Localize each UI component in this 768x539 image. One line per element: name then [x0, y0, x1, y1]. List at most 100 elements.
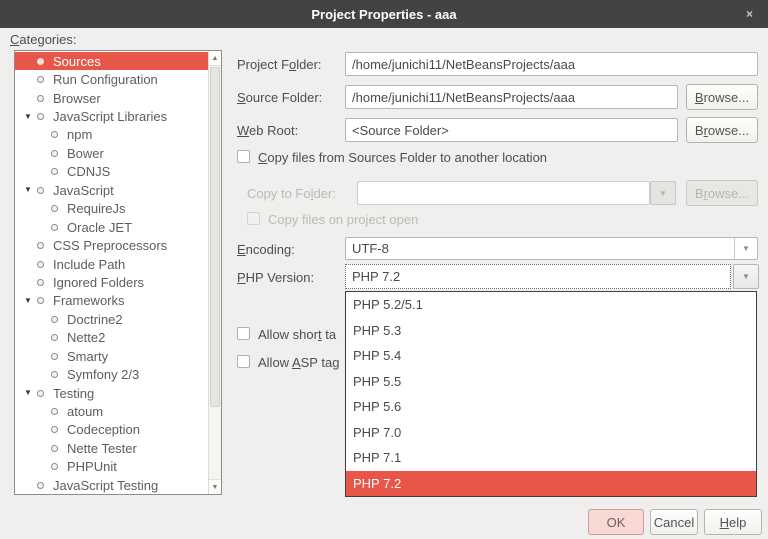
source-folder-label: Source Folder: — [237, 90, 322, 105]
tree-item-bower[interactable]: Bower — [15, 144, 208, 162]
tree-item-frameworks[interactable]: ▼ Frameworks — [15, 292, 208, 310]
tree-item-requirejs[interactable]: RequireJs — [15, 200, 208, 218]
node-bullet-icon — [37, 242, 44, 249]
categories-label: Categories: — [10, 32, 76, 47]
dropdown-option-php-5-5[interactable]: PHP 5.5 — [346, 369, 756, 395]
scroll-down-icon[interactable]: ▼ — [209, 479, 221, 494]
project-folder-value: /home/junichi11/NetBeansProjects/aaa — [352, 57, 575, 72]
tree-item-label: Frameworks — [53, 293, 125, 308]
expand-arrow-icon[interactable]: ▼ — [19, 297, 37, 305]
node-bullet-icon — [51, 371, 58, 378]
tree-item-smarty[interactable]: Smarty — [15, 347, 208, 365]
php-version-combobox[interactable]: PHP 7.2 — [345, 264, 731, 289]
tree-item-label: Run Configuration — [53, 72, 158, 87]
window-titlebar: Project Properties - aaa × — [0, 0, 768, 28]
scrollbar-thumb[interactable] — [210, 67, 220, 407]
node-bullet-icon — [37, 482, 44, 489]
node-bullet-icon — [51, 408, 58, 415]
tree-item-sources[interactable]: Sources — [15, 52, 208, 70]
tree-item-label: Doctrine2 — [67, 312, 123, 327]
tree-item-npm[interactable]: npm — [15, 126, 208, 144]
tree-item-codeception[interactable]: Codeception — [15, 421, 208, 439]
tree-item-label: Include Path — [53, 257, 125, 272]
copy-files-checkbox[interactable] — [237, 150, 250, 163]
tree-item-javascript-libraries[interactable]: ▼JavaScript Libraries — [15, 107, 208, 125]
tree-item-label: CDNJS — [67, 164, 110, 179]
allow-asp-tags-checkbox[interactable] — [237, 355, 250, 368]
node-bullet-icon — [37, 390, 44, 397]
dropdown-option-php-7-1[interactable]: PHP 7.1 — [346, 445, 756, 471]
window-title: Project Properties - aaa — [311, 7, 456, 22]
dropdown-option-php-5-6[interactable]: PHP 5.6 — [346, 394, 756, 420]
tree-item-javascript-testing[interactable]: JavaScript Testing — [15, 476, 208, 493]
tree-item-label: Nette2 — [67, 330, 105, 345]
node-bullet-icon — [37, 76, 44, 83]
node-bullet-icon — [51, 426, 58, 433]
expand-arrow-icon[interactable]: ▼ — [19, 389, 37, 397]
scroll-up-icon[interactable]: ▲ — [209, 51, 221, 66]
tree-item-include-path[interactable]: Include Path — [15, 255, 208, 273]
encoding-combobox[interactable]: UTF-8 ▼ — [345, 237, 758, 260]
node-bullet-icon — [37, 261, 44, 268]
cancel-button[interactable]: Cancel — [650, 509, 698, 535]
dropdown-option-php-5-3[interactable]: PHP 5.3 — [346, 318, 756, 344]
encoding-dropdown-icon[interactable]: ▼ — [734, 238, 757, 259]
tree-item-label: Ignored Folders — [53, 275, 144, 290]
expand-arrow-icon[interactable]: ▼ — [19, 113, 37, 121]
copy-to-folder-dropdown-icon: ▼ — [650, 181, 676, 205]
tree-item-cdnjs[interactable]: CDNJS — [15, 163, 208, 181]
project-folder-input[interactable]: /home/junichi11/NetBeansProjects/aaa — [345, 52, 758, 76]
tree-item-symfony-2-3[interactable]: Symfony 2/3 — [15, 365, 208, 383]
copy-on-open-checkbox — [247, 212, 260, 225]
expand-arrow-icon[interactable]: ▼ — [19, 186, 37, 194]
node-bullet-icon — [51, 168, 58, 175]
web-root-value: <Source Folder> — [352, 123, 449, 138]
node-bullet-icon — [51, 205, 58, 212]
tree-item-css-preprocessors[interactable]: CSS Preprocessors — [15, 236, 208, 254]
dropdown-option-php-5-4[interactable]: PHP 5.4 — [346, 343, 756, 369]
source-folder-input[interactable]: /home/junichi11/NetBeansProjects/aaa — [345, 85, 678, 109]
tree-item-doctrine2[interactable]: Doctrine2 — [15, 310, 208, 328]
encoding-value: UTF-8 — [352, 241, 389, 256]
node-bullet-icon — [37, 95, 44, 102]
node-bullet-icon — [51, 334, 58, 341]
tree-item-run-configuration[interactable]: Run Configuration — [15, 70, 208, 88]
encoding-label: Encoding: — [237, 242, 295, 257]
tree-item-testing[interactable]: ▼Testing — [15, 384, 208, 402]
dropdown-option-php-7-2[interactable]: PHP 7.2 — [346, 471, 756, 497]
node-bullet-icon — [51, 353, 58, 360]
php-version-dropdown-icon[interactable]: ▼ — [733, 264, 759, 289]
web-root-input[interactable]: <Source Folder> — [345, 118, 678, 142]
copy-on-open-checkbox-label: Copy files on project open — [268, 212, 418, 227]
tree-item-phpunit[interactable]: PHPUnit — [15, 458, 208, 476]
tree-item-browser[interactable]: Browser — [15, 89, 208, 107]
allow-short-tags-checkbox[interactable] — [237, 327, 250, 340]
dropdown-option-php-7-0[interactable]: PHP 7.0 — [346, 420, 756, 446]
tree-item-nette-tester[interactable]: Nette Tester — [15, 439, 208, 457]
copy-files-checkbox-label: Copy files from Sources Folder to anothe… — [258, 150, 547, 165]
tree-item-label: Symfony 2/3 — [67, 367, 139, 382]
node-bullet-icon — [37, 113, 44, 120]
tree-item-label: Nette Tester — [67, 441, 137, 456]
tree-item-ignored-folders[interactable]: Ignored Folders — [15, 273, 208, 291]
tree-item-javascript[interactable]: ▼ JavaScript — [15, 181, 208, 199]
ok-button[interactable]: OK — [588, 509, 644, 535]
allow-asp-tags-label: Allow ASP tag — [258, 355, 339, 370]
allow-short-tags-label: Allow short ta — [258, 327, 336, 342]
node-bullet-icon — [51, 316, 58, 323]
tree-item-nette2[interactable]: Nette2 — [15, 329, 208, 347]
source-folder-value: /home/junichi11/NetBeansProjects/aaa — [352, 90, 575, 105]
web-root-browse-button[interactable]: Browse... — [686, 117, 758, 143]
tree-item-label: JavaScript — [53, 183, 114, 198]
dropdown-option-php-5-2-5-1[interactable]: PHP 5.2/5.1 — [346, 292, 756, 318]
node-bullet-icon — [37, 187, 44, 194]
tree-item-label: CSS Preprocessors — [53, 238, 167, 253]
tree-item-label: RequireJs — [67, 201, 126, 216]
tree-item-oracle-jet[interactable]: Oracle JET — [15, 218, 208, 236]
tree-item-atoum[interactable]: atoum — [15, 402, 208, 420]
close-icon[interactable]: × — [746, 7, 753, 21]
help-button[interactable]: Help — [704, 509, 762, 535]
source-folder-browse-button[interactable]: Browse... — [686, 84, 758, 110]
tree-scrollbar[interactable]: ▲ ▼ — [208, 51, 221, 494]
tree-item-label: npm — [67, 127, 92, 142]
